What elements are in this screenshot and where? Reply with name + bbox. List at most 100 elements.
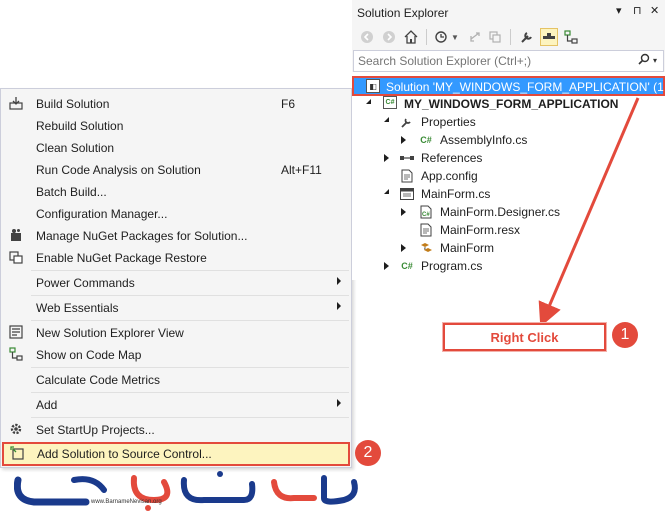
new-view-icon [8,324,24,340]
sync-icon[interactable] [466,28,484,46]
menu-item-label: Manage NuGet Packages for Solution... [36,229,248,243]
panel-title: Solution Explorer [357,6,449,20]
chevron-down-icon[interactable]: ▼ [450,28,460,46]
code-map-icon[interactable] [562,28,580,46]
menu-item-add-solution-to-source-control[interactable]: Add Solution to Source Control... [2,442,350,466]
wrench-properties-icon[interactable] [518,28,536,46]
submenu-arrow-icon [337,399,341,407]
forward-icon[interactable] [380,28,398,46]
home-icon[interactable] [402,28,420,46]
search-input[interactable] [358,53,628,69]
solution-label: Solution 'MY_WINDOWS_FORM_APPLICATION' (… [386,80,665,94]
menu-item-shortcut: F6 [281,97,296,111]
menu-item-label: Clean Solution [36,141,115,155]
dropdown-icon[interactable]: ▾ [616,4,622,17]
step-badge-2: 2 [355,440,381,466]
tree-node-app-config[interactable]: App.config [352,167,665,185]
build-icon [8,95,24,111]
solution-node[interactable]: ◧ Solution 'MY_WINDOWS_FORM_APPLICATION'… [352,76,665,96]
solution-explorer-search[interactable]: ▾ [353,50,664,72]
menu-item-run-code-analysis[interactable]: Run Code Analysis on Solution Alt+F11 [2,158,351,180]
source-control-icon [9,445,25,461]
gear-icon [8,421,24,437]
menu-item-new-solution-explorer-view[interactable]: New Solution Explorer View [2,321,351,343]
expand-chevron-icon[interactable] [384,117,389,122]
menu-item-label: Show on Code Map [36,348,142,362]
right-click-callout: Right Click [443,323,606,351]
package-restore-icon [8,249,24,265]
tree-node-label: AssemblyInfo.cs [440,133,528,147]
class-icon [418,240,434,256]
code-map-icon [8,346,24,362]
menu-item-label: New Solution Explorer View [36,326,184,340]
expand-chevron-icon[interactable] [366,99,371,104]
config-file-icon [399,168,415,184]
barnamenevisan-logo: www.BarnameNevisan.org [13,470,364,516]
expand-chevron-icon[interactable] [401,244,406,252]
search-icon[interactable]: ▾ [638,53,657,68]
solution-explorer-toolbar: ▼ [352,24,665,50]
tree-node-assemblyinfo[interactable]: C# AssemblyInfo.cs [352,131,665,149]
designer-file-icon: C# [418,204,434,220]
menu-item-clean-solution[interactable]: Clean Solution [2,136,351,158]
solution-tree: ◧ Solution 'MY_WINDOWS_FORM_APPLICATION'… [352,72,665,280]
menu-item-enable-nuget-restore[interactable]: Enable NuGet Package Restore [2,246,351,268]
menu-item-shortcut: Alt+F11 [281,163,322,177]
expand-chevron-icon[interactable] [384,189,389,194]
csharp-file-icon: C# [420,135,432,145]
pin-icon[interactable]: ⊓ [633,4,642,17]
menu-item-label: Calculate Code Metrics [36,373,161,387]
menu-item-add[interactable]: Add [2,393,351,415]
submenu-arrow-icon [337,302,341,310]
tree-node-project[interactable]: C# MY_WINDOWS_FORM_APPLICATION [352,95,665,113]
tree-node-label: MainForm [440,241,495,255]
solution-icon: ◧ [366,79,380,93]
preview-selected-icon[interactable] [540,28,558,46]
expand-chevron-icon[interactable] [401,208,406,216]
menu-item-label: Enable NuGet Package Restore [36,251,207,265]
pending-changes-filter-icon[interactable] [432,28,450,46]
tree-node-mainform-designer[interactable]: C# MainForm.Designer.cs [352,203,665,221]
menu-item-label: Web Essentials [36,301,119,315]
back-icon[interactable] [358,28,376,46]
menu-item-power-commands[interactable]: Power Commands [2,271,351,293]
menu-item-label: Add [36,398,58,412]
menu-item-set-startup-projects[interactable]: Set StartUp Projects... [2,418,351,440]
logo-graphic [13,471,358,511]
tree-node-mainform-class[interactable]: MainForm [352,239,665,257]
step-badge-1: 1 [612,322,638,348]
menu-item-label: Build Solution [36,97,110,111]
tree-node-mainform-resx[interactable]: MainForm.resx [352,221,665,239]
collapse-all-icon[interactable] [486,28,504,46]
menu-item-web-essentials[interactable]: Web Essentials [2,296,351,318]
tree-node-label: Properties [421,115,476,129]
tree-node-references[interactable]: References [352,149,665,167]
menu-item-configuration-manager[interactable]: Configuration Manager... [2,202,351,224]
resx-file-icon [418,222,434,238]
toolbar-separator [426,29,427,45]
menu-item-rebuild-solution[interactable]: Rebuild Solution [2,114,351,136]
tree-node-label: MainForm.resx [440,223,521,237]
tree-node-properties[interactable]: Properties [352,113,665,131]
tree-node-program-cs[interactable]: C# Program.cs [352,257,665,275]
close-icon[interactable]: ✕ [650,4,659,17]
solution-explorer-titlebar: Solution Explorer ▾ ⊓ ✕ [352,0,665,24]
menu-item-calculate-code-metrics[interactable]: Calculate Code Metrics [2,368,351,390]
menu-item-label: Set StartUp Projects... [36,423,155,437]
expand-chevron-icon[interactable] [401,136,406,144]
tree-node-label: References [421,151,483,165]
tree-node-mainform-cs[interactable]: MainForm.cs [352,185,665,203]
menu-item-build-solution[interactable]: Build Solution F6 [2,92,351,114]
menu-item-batch-build[interactable]: Batch Build... [2,180,351,202]
expand-chevron-icon[interactable] [384,262,389,270]
menu-item-show-on-code-map[interactable]: Show on Code Map [2,343,351,365]
menu-item-label: Run Code Analysis on Solution [36,163,201,177]
solution-explorer-panel: Solution Explorer ▾ ⊓ ✕ ▼ Search Solutio… [352,0,665,280]
references-icon [399,150,415,166]
expand-chevron-icon[interactable] [384,154,389,162]
menu-item-manage-nuget[interactable]: Manage NuGet Packages for Solution... [2,224,351,246]
svg-text:C#: C# [422,212,430,218]
wrench-icon [399,114,415,130]
nuget-icon [8,227,24,243]
tree-node-label: App.config [421,169,478,183]
